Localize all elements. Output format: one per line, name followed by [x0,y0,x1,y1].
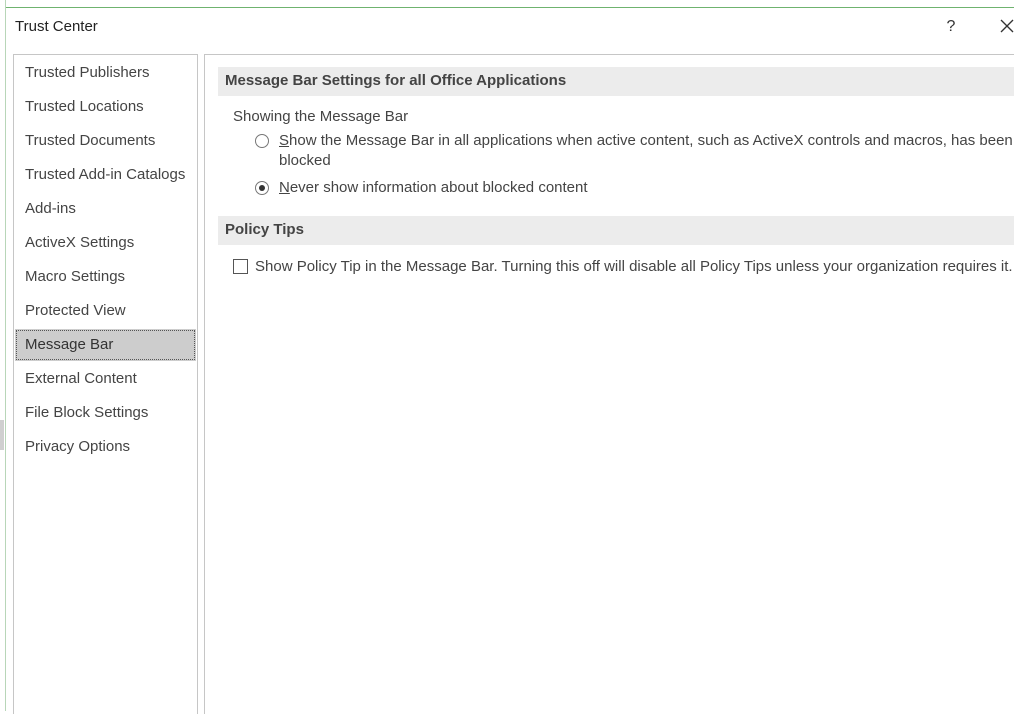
background-scrollbar [0,420,4,450]
sidebar-item-file-block-settings[interactable]: File Block Settings [15,397,196,429]
label-text-line2: blocked [279,152,331,169]
radio-button[interactable] [255,134,269,148]
policy-tip-checkbox[interactable] [233,259,248,274]
sidebar-item-privacy-options[interactable]: Privacy Options [15,431,196,463]
dialog-title: Trust Center [15,18,98,35]
showing-message-bar-label: Showing the Message Bar [233,108,409,125]
accelerator-key: S [279,132,290,149]
sidebar: Trusted Publishers Trusted Locations Tru… [13,54,198,714]
help-button[interactable]: ? [939,15,963,39]
title-bar: Trust Center ? [7,9,1014,45]
sidebar-item-activex-settings[interactable]: ActiveX Settings [15,227,196,259]
close-button[interactable] [995,15,1014,39]
sidebar-item-message-bar[interactable]: Message Bar [15,329,196,361]
background-app-edge [0,0,1014,8]
radio-show-message-bar-label[interactable]: Show the Message Bar in all applications… [279,131,1013,171]
radio-never-show-info-label[interactable]: Never show information about blocked con… [279,178,588,198]
accelerator-key: N [279,179,290,196]
trust-center-dialog: Trust Center ? Trusted Publishers Truste… [0,0,1014,714]
sidebar-item-macro-settings[interactable]: Macro Settings [15,261,196,293]
sidebar-item-protected-view[interactable]: Protected View [15,295,196,327]
policy-tip-checkbox-label[interactable]: Show Policy Tip in the Message Bar. Turn… [255,257,1013,277]
sidebar-item-trusted-publishers[interactable]: Trusted Publishers [15,57,196,89]
background-app-left-edge [0,0,6,711]
policy-tips-section-header: Policy Tips [218,216,1014,245]
sidebar-item-trusted-documents[interactable]: Trusted Documents [15,125,196,157]
label-text: ever show information about blocked cont… [289,179,588,196]
sidebar-item-trusted-locations[interactable]: Trusted Locations [15,91,196,123]
label-text: how the Message Bar in all applications … [289,132,1013,149]
sidebar-item-trusted-add-in-catalogs[interactable]: Trusted Add-in Catalogs [15,159,196,191]
radio-selected-dot [259,185,265,191]
sidebar-item-external-content[interactable]: External Content [15,363,196,395]
message-bar-section-header: Message Bar Settings for all Office Appl… [218,67,1014,96]
sidebar-item-add-ins[interactable]: Add-ins [15,193,196,225]
radio-button[interactable] [255,181,269,195]
close-icon [1000,19,1014,33]
dialog-body: Trusted Publishers Trusted Locations Tru… [7,45,1014,714]
